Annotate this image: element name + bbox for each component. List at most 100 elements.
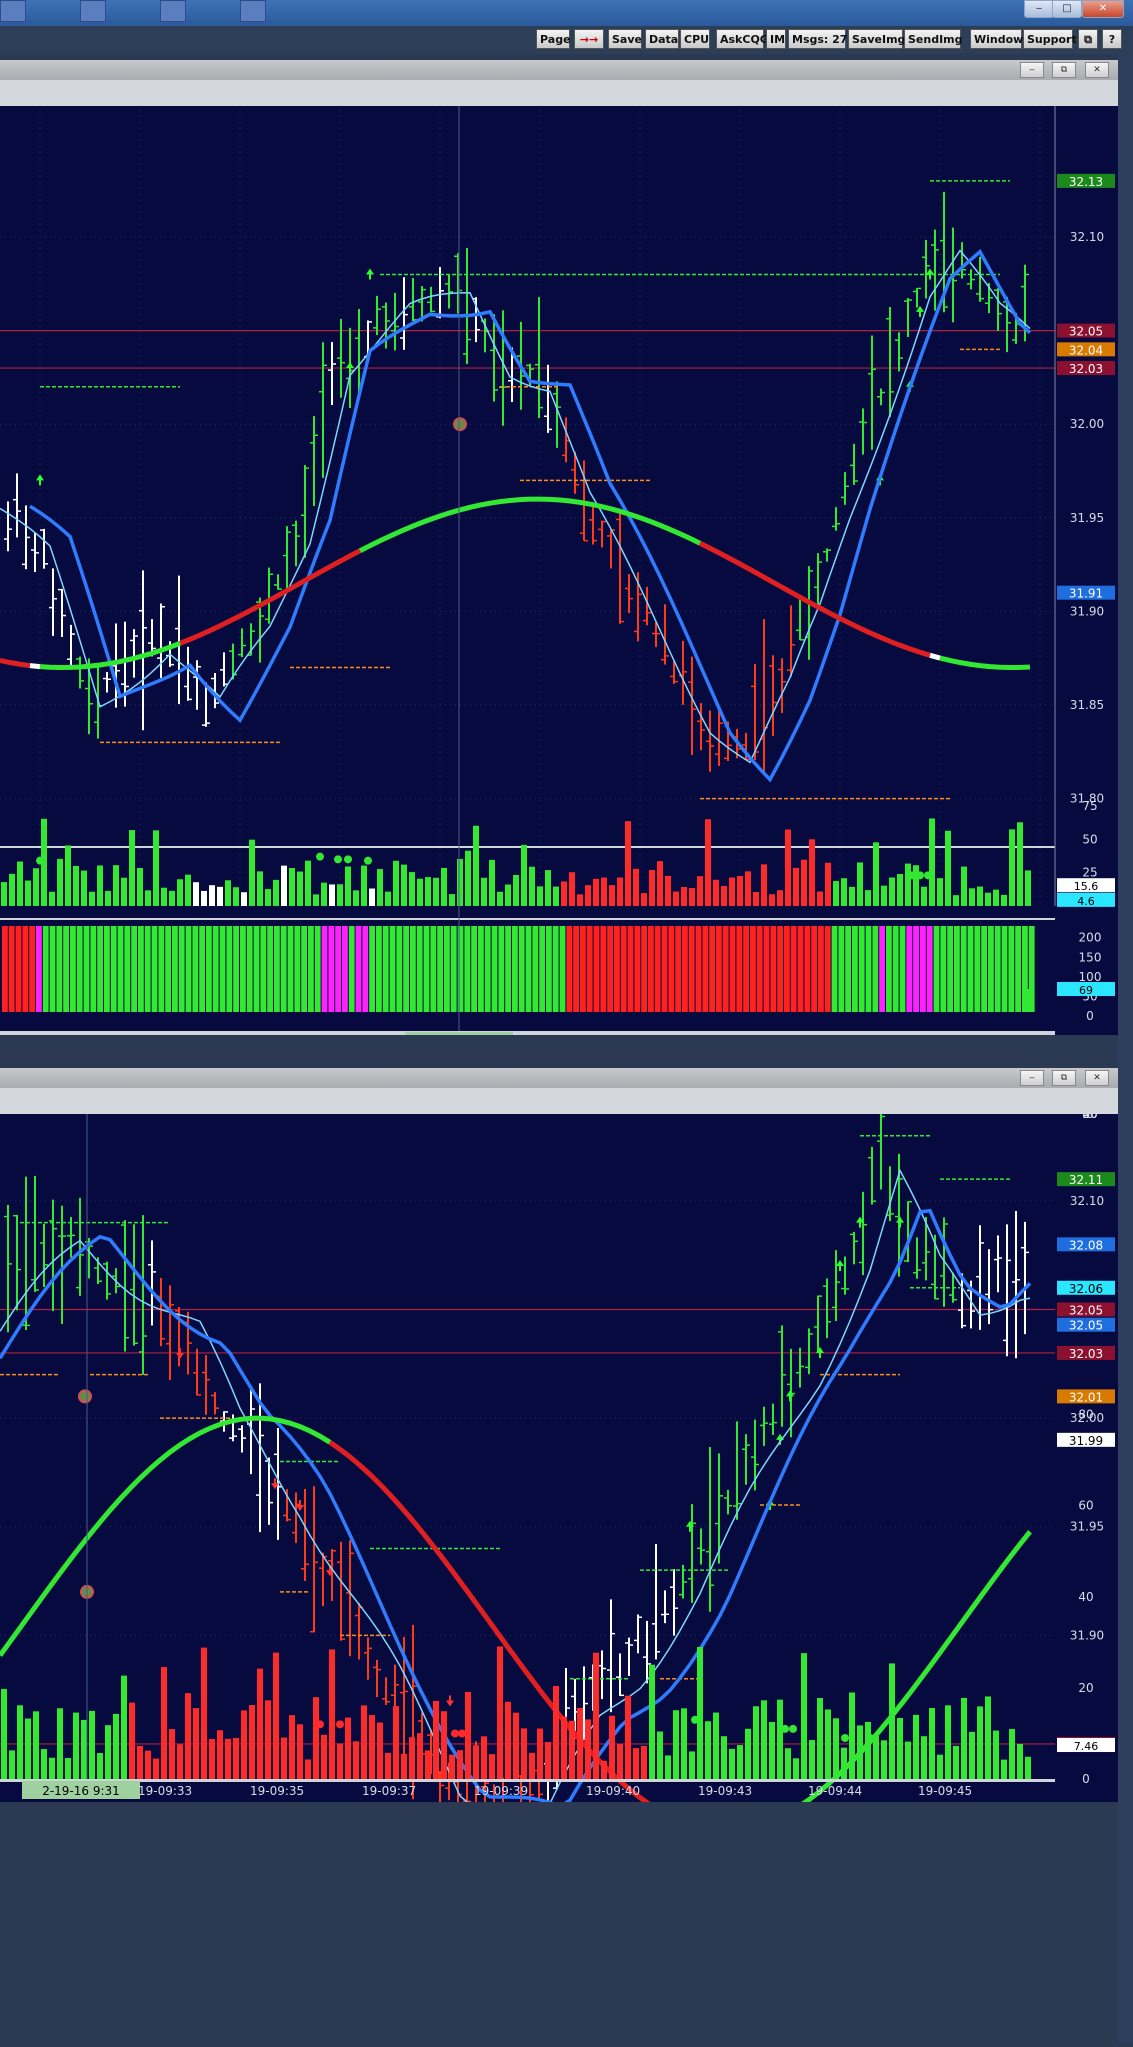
oscillator-bar	[892, 926, 899, 1012]
oscillator-bar	[423, 926, 430, 1012]
oscillator-bar	[212, 926, 219, 1012]
volume-bar	[113, 1713, 119, 1779]
saveimg-button[interactable]: SaveImg	[848, 29, 905, 49]
price-axis-label: 31.85	[1070, 698, 1104, 712]
pane-minimize-icon[interactable]: ‒	[1020, 1070, 1044, 1086]
oscillator-bar	[301, 926, 307, 1012]
volume-axis-label: 25	[1082, 866, 1097, 880]
support-button[interactable]: Support	[1023, 29, 1077, 49]
price-axis-label: 32.10	[1070, 230, 1104, 244]
messages-button[interactable]: Msgs: 27	[788, 29, 847, 49]
help-icon[interactable]: ?	[1102, 29, 1122, 49]
oscillator-bar	[416, 926, 423, 1012]
cpu-button[interactable]: CPU	[680, 29, 710, 49]
volume-bar	[297, 871, 303, 906]
volume-bar	[969, 1731, 975, 1779]
oscillator-bar	[382, 926, 389, 1012]
volume-bar	[529, 866, 535, 906]
pane-restore-icon[interactable]: ⧉	[1052, 1070, 1076, 1086]
taskbar-app-icon[interactable]	[240, 0, 266, 22]
oscillator-axis-label: 200	[1079, 931, 1102, 945]
volume-bar	[1009, 829, 1015, 906]
oscillator-bar	[206, 926, 212, 1012]
volume-bar	[201, 890, 207, 906]
pane-minimize-icon[interactable]: ‒	[1020, 62, 1044, 78]
volume-dot	[781, 1724, 789, 1733]
minimize-icon[interactable]: ‒	[1024, 0, 1054, 18]
data-button[interactable]: Data	[645, 29, 679, 49]
volume-bar	[561, 881, 567, 906]
volume-bar	[801, 859, 807, 906]
oscillator-bar	[484, 926, 491, 1012]
taskbar-app-icon[interactable]	[80, 0, 106, 22]
oscillator-bar	[512, 926, 518, 1012]
save-button[interactable]: Save	[608, 29, 642, 49]
chart-1[interactable]: 32.1032.0532.0031.9531.9031.8531.8032.13…	[0, 86, 1118, 1050]
volume-bar	[897, 1717, 903, 1779]
taskbar-app-icon[interactable]	[0, 0, 26, 22]
oscillator-bar	[8, 926, 15, 1012]
price-axis-label: 31.95	[1070, 511, 1104, 525]
volume-bar	[121, 877, 127, 906]
arrow-button[interactable]: →→	[574, 29, 604, 49]
volume-bar	[649, 869, 655, 906]
volume-bar	[929, 818, 935, 906]
volume-bar	[281, 1737, 287, 1779]
volume-bar	[345, 1717, 351, 1779]
oscillator-bar	[2, 926, 8, 1012]
oscillator-bar	[790, 926, 797, 1012]
im-button[interactable]: IM	[766, 29, 786, 49]
askcqg-button[interactable]: AskCQG	[716, 29, 769, 49]
pane-close-icon[interactable]: ✕	[1085, 1070, 1109, 1086]
oscillator-bar	[695, 926, 702, 1012]
volume-bar	[841, 1747, 847, 1779]
volume-bar	[113, 865, 119, 906]
pane-restore-icon[interactable]: ⧉	[1052, 62, 1076, 78]
volume-bar	[465, 1691, 471, 1779]
oscillator-bar	[634, 926, 641, 1012]
volume-bar	[889, 1663, 895, 1779]
volume-bar	[537, 886, 543, 906]
window-menu-button[interactable]: Window	[970, 29, 1023, 49]
page-button[interactable]: Page	[536, 29, 571, 49]
volume-bar	[1001, 894, 1007, 906]
chart-1-canvas[interactable]: 32.1032.0532.0031.9531.9031.8531.8032.13…	[0, 86, 1118, 1050]
oscillator-bar	[967, 926, 974, 1012]
sendimg-button[interactable]: SendImg	[904, 29, 963, 49]
volume-bar	[945, 830, 951, 906]
volume-axis-label: 80	[1078, 1408, 1093, 1422]
pane-close-icon[interactable]: ✕	[1085, 62, 1109, 78]
restore-icon[interactable]: ⧉	[1078, 29, 1098, 49]
oscillator-bar	[83, 926, 90, 1012]
oscillator-bar	[124, 926, 131, 1012]
volume-bar	[385, 1752, 391, 1779]
time-cursor-label: 2-19-16 9:31	[42, 1784, 120, 1798]
volume-bar	[209, 1739, 215, 1779]
oscillator-bar	[797, 926, 804, 1012]
volume-bar	[185, 1693, 191, 1779]
oscillator-bar	[355, 926, 362, 1012]
volume-dot	[316, 1720, 324, 1729]
volume-axis-label: 0	[1086, 1114, 1094, 1121]
maximize-icon[interactable]: □	[1052, 0, 1082, 18]
chart-2[interactable]: 32.1032.0031.9531.9031.8032.1132.0832.06…	[0, 1094, 1118, 2043]
up-arrow-icon	[776, 1433, 784, 1445]
marker-dot	[78, 1389, 92, 1404]
volume-tag-label: 15.6	[1074, 880, 1099, 893]
trend-moving-average-line	[0, 657, 31, 669]
chart-2-canvas[interactable]: 32.1032.0031.9531.9031.8032.1132.0832.06…	[0, 1094, 1118, 2043]
oscillator-bar	[648, 926, 654, 1012]
oscillator-bar	[389, 926, 396, 1012]
oscillator-bar	[933, 926, 940, 1012]
taskbar-app-icon[interactable]	[160, 0, 186, 22]
close-icon[interactable]: ✕	[1082, 0, 1124, 18]
volume-axis-label: 40	[1078, 1590, 1093, 1604]
volume-axis-label: 0	[1082, 1772, 1090, 1786]
volume-bar	[369, 888, 375, 906]
volume-bar	[505, 884, 511, 906]
volume-bar	[665, 1755, 671, 1779]
volume-bar	[145, 1750, 151, 1779]
volume-bar	[257, 1668, 263, 1779]
volume-bar	[825, 862, 831, 906]
oscillator-bar	[879, 926, 885, 1012]
